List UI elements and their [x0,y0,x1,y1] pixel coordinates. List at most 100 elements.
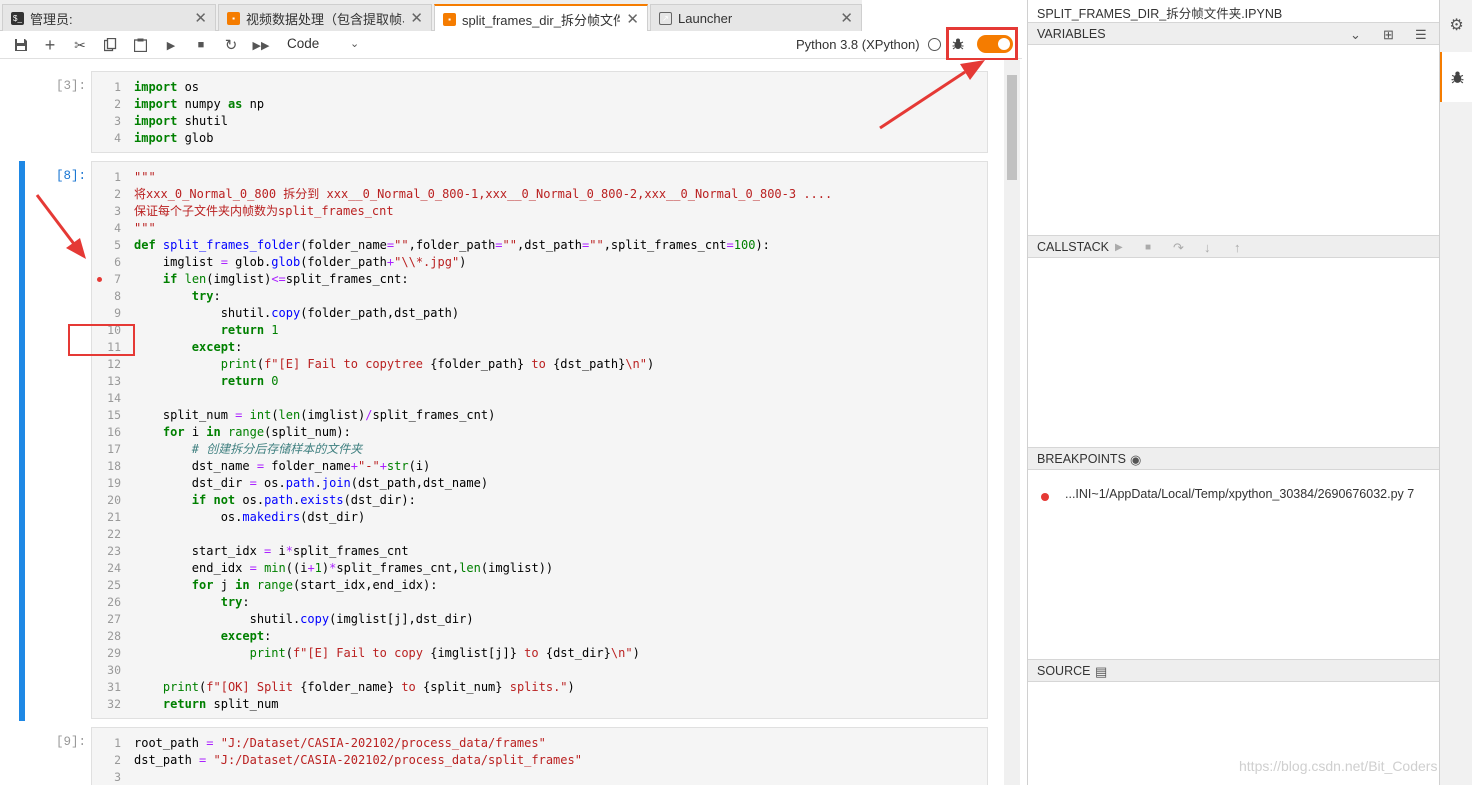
line-number[interactable]: 3 [92,769,121,785]
code-line[interactable]: 16 for i in range(split_num): [92,424,989,441]
line-number[interactable]: 6 [92,254,121,271]
line-number[interactable]: 29 [92,645,121,662]
code-line[interactable]: 10 return 1 [92,322,989,339]
code-line[interactable]: 30 [92,662,989,679]
line-number[interactable]: 5 [92,237,121,254]
code-line[interactable]: 1 import os [92,79,989,96]
line-number[interactable]: 21 [92,509,121,526]
close-icon[interactable]: ✕ [626,10,639,28]
code-line[interactable]: 14 [92,390,989,407]
continue-icon[interactable]: ▶ [1115,242,1123,253]
remove-breakpoints-icon[interactable]: ◉ [1130,452,1141,468]
line-number[interactable]: 25 [92,577,121,594]
property-inspector-tab[interactable]: ⚙ [1440,0,1472,50]
code-line[interactable]: 11 except: [92,339,989,356]
restart-icon[interactable]: ↻ [221,35,241,55]
line-number[interactable]: 2 [92,96,121,113]
close-icon[interactable]: ✕ [410,9,423,27]
notebook-scrollbar[interactable] [1004,60,1020,785]
code-line[interactable]: 7 if len(imglist)<=split_frames_cnt: [92,271,989,288]
line-number[interactable]: 16 [92,424,121,441]
code-line[interactable]: 2 import numpy as np [92,96,989,113]
code-line[interactable]: 24 end_idx = min((i+1)*split_frames_cnt,… [92,560,989,577]
code-cell-editor[interactable]: 1 import os 2 import numpy as np 3 import shu… [91,71,988,153]
chevron-down-icon[interactable]: ⌄ [1350,27,1361,43]
step-out-icon[interactable]: ↑ [1234,240,1241,255]
code-line[interactable]: 28 except: [92,628,989,645]
code-line[interactable]: 19 dst_dir = os.path.join(dst_path,dst_n… [92,475,989,492]
line-number[interactable]: 1 [92,79,121,96]
line-number[interactable]: 27 [92,611,121,628]
line-number[interactable]: 3 [92,203,121,220]
line-number[interactable]: 12 [92,356,121,373]
breakpoint-entry[interactable]: ...INI~1/AppData/Local/Temp/xpython_3038… [1037,487,1437,505]
code-line[interactable]: 3 [92,769,989,785]
code-line[interactable]: 13 return 0 [92,373,989,390]
line-number[interactable]: 24 [92,560,121,577]
breakpoint-dot-icon[interactable] [97,277,102,282]
kernel-name[interactable]: Python 3.8 (XPython) [796,37,920,52]
line-number[interactable]: 13 [92,373,121,390]
code-line[interactable]: 29 print(f"[E] Fail to copy {imglist[j]}… [92,645,989,662]
code-line[interactable]: 2 将xxx_0_Normal_0_800 拆分到 xxx__0_Normal_0… [92,186,989,203]
line-number[interactable]: 18 [92,458,121,475]
line-number[interactable]: 19 [92,475,121,492]
fast-forward-icon[interactable]: ▶▶ [251,35,271,55]
code-cell-editor[interactable]: 1 """ 2 将xxx_0_Normal_0_800 拆分到 xxx__0_Norm… [91,161,988,719]
step-in-icon[interactable]: ↓ [1204,240,1211,255]
tab-launcher[interactable]: ↗ Launcher ✕ [650,4,862,31]
close-icon[interactable]: ✕ [194,9,207,27]
code-line[interactable]: 26 try: [92,594,989,611]
line-number[interactable]: 8 [92,288,121,305]
code-line[interactable]: 5 def split_frames_folder(folder_name="",… [92,237,989,254]
code-line[interactable]: 4 import glob [92,130,989,147]
line-number[interactable]: 14 [92,390,121,407]
code-line[interactable]: 22 [92,526,989,543]
cut-icon[interactable]: ✂ [70,35,90,55]
line-number[interactable]: 22 [92,526,121,543]
code-line[interactable]: 9 shutil.copy(folder_path,dst_path) [92,305,989,322]
code-line[interactable]: 1 root_path = "J:/Dataset/CASIA-202102/pr… [92,735,989,752]
debugger-tab[interactable] [1440,52,1472,102]
paste-icon[interactable] [130,35,150,55]
code-line[interactable]: 32 return split_num [92,696,989,713]
line-number[interactable]: 3 [92,113,121,130]
line-number[interactable]: 2 [92,186,121,203]
run-icon[interactable]: ▶ [161,35,181,55]
code-line[interactable]: 21 os.makedirs(dst_dir) [92,509,989,526]
code-line[interactable]: 4 """ [92,220,989,237]
code-line[interactable]: 2 dst_path = "J:/Dataset/CASIA-202102/pro… [92,752,989,769]
tab-split-frames-notebook[interactable]: ▪ split_frames_dir_拆分帧文件夹 ✕ [434,4,648,32]
tab-terminal[interactable]: $_ 管理员: ✕ [2,4,216,31]
line-number[interactable]: 20 [92,492,121,509]
line-number[interactable]: 28 [92,628,121,645]
scrollbar-thumb[interactable] [1007,75,1017,180]
line-number[interactable]: 17 [92,441,121,458]
code-line[interactable]: 6 imglist = glob.glob(folder_path+"\\*.j… [92,254,989,271]
code-line[interactable]: 15 split_num = int(len(imglist)/split_fr… [92,407,989,424]
copy-icon[interactable] [100,35,120,55]
stop-icon[interactable]: ■ [191,35,211,55]
code-cell-editor[interactable]: 1 root_path = "J:/Dataset/CASIA-202102/pr… [91,727,988,785]
chevron-down-icon[interactable]: ⌄ [350,37,359,50]
code-line[interactable]: 20 if not os.path.exists(dst_dir): [92,492,989,509]
code-line[interactable]: 31 print(f"[OK] Split {folder_name} to {… [92,679,989,696]
line-number[interactable]: 23 [92,543,121,560]
code-line[interactable]: 25 for j in range(start_idx,end_idx): [92,577,989,594]
step-over-icon[interactable]: ↷ [1173,240,1184,256]
cell-type-select[interactable]: Code [287,36,319,51]
close-icon[interactable]: ✕ [840,9,853,27]
line-number[interactable]: 2 [92,752,121,769]
terminate-icon[interactable]: ■ [1145,242,1151,253]
line-number[interactable]: 9 [92,305,121,322]
line-number[interactable]: 31 [92,679,121,696]
line-number[interactable]: 1 [92,735,121,752]
code-line[interactable]: 12 print(f"[E] Fail to copytree {folder_… [92,356,989,373]
tree-view-icon[interactable]: ⊞ [1383,27,1394,43]
code-line[interactable]: 1 """ [92,169,989,186]
code-line[interactable]: 8 try: [92,288,989,305]
code-line[interactable]: 23 start_idx = i*split_frames_cnt [92,543,989,560]
line-number[interactable]: 15 [92,407,121,424]
code-line[interactable]: 17 # 创建拆分后存储样本的文件夹 [92,441,989,458]
line-number[interactable]: 26 [92,594,121,611]
